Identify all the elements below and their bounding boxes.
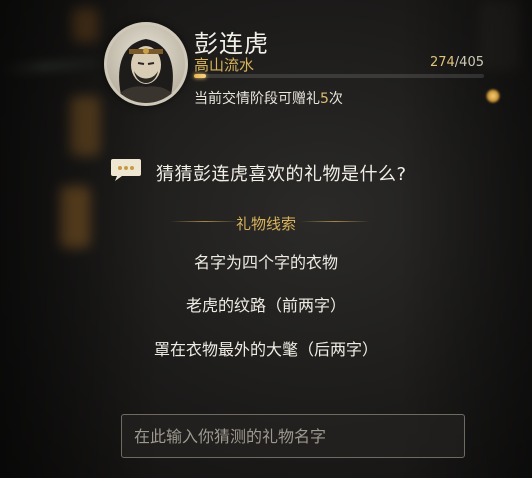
background-lantern — [72, 8, 98, 42]
gift-remaining-text: 当前交情阶段可赠礼5次 — [194, 88, 343, 108]
friendship-total: /405 — [454, 55, 484, 70]
clue-item: 罩在衣物最外的大氅（后两字） — [153, 340, 378, 359]
clue-item: 名字为四个字的衣物 — [193, 253, 338, 272]
gift-guess-input[interactable] — [121, 414, 465, 458]
background-lantern — [70, 96, 100, 156]
friendship-rank: 高山流水 — [194, 56, 255, 74]
friendship-progress-text: 274/405 — [430, 55, 484, 70]
friendship-progress-fill — [194, 74, 206, 78]
clue-item: 老虎的纹路（前两字） — [185, 296, 346, 315]
friendship-progress-bar — [194, 74, 484, 78]
speech-bubble-icon — [111, 159, 141, 181]
gift-suffix: 次 — [328, 91, 343, 107]
gift-prefix: 当前交情阶段可赠礼 — [194, 91, 320, 107]
friendship-current: 274 — [429, 55, 455, 70]
background-streak — [0, 56, 111, 76]
background-shadow — [480, 0, 520, 70]
gold-sparkle — [486, 89, 500, 103]
clue-title: 礼物线索 — [235, 215, 296, 233]
gift-count: 5 — [320, 91, 329, 107]
gift-question: 猜猜彭连虎喜欢的礼物是什么? — [156, 164, 407, 185]
npc-avatar — [104, 22, 188, 106]
portrait-avatar — [113, 39, 179, 103]
